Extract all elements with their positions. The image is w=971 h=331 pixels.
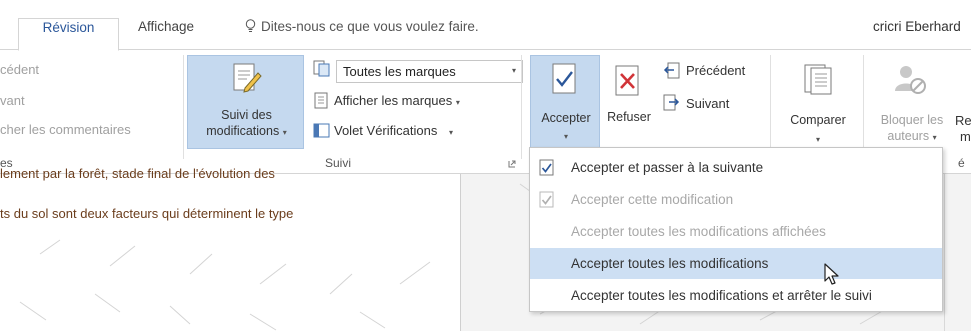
menu-item-label: Accepter et passer à la suivante (571, 160, 764, 175)
cut-off-group-label-text: é (958, 156, 965, 170)
reviewing-pane-icon (313, 123, 330, 138)
menu-item-label: Accepter toutes les modifications (571, 256, 769, 271)
reject-button[interactable]: Refuser (600, 55, 658, 149)
reject-label: Refuser (607, 110, 651, 124)
block-authors-label-line2: auteurs ▾ (868, 129, 956, 145)
previous-change-icon (663, 62, 680, 79)
accept-dropdown-menu: Accepter et passer à la suivante Accepte… (529, 147, 943, 312)
accept-label: Accepter (541, 111, 591, 125)
cut-off-button-label: m (960, 129, 971, 144)
group-divider (863, 55, 864, 159)
tab-revision-label: Révision (42, 20, 95, 35)
chevron-down-icon: ▾ (448, 128, 453, 137)
menu-item-label: Accepter toutes les modifications affich… (571, 224, 826, 239)
cut-off-label-2: m (960, 129, 971, 144)
menu-item-label: Accepter cette modification (571, 192, 734, 207)
markup-select[interactable]: Toutes les marques ▾ (336, 60, 523, 83)
chevron-down-icon: ▾ (563, 132, 568, 141)
previous-comment-label: cédent (0, 62, 40, 77)
next-change-label: Suivant (686, 96, 730, 111)
tell-me-box[interactable]: Dites-nous ce que vous voulez faire. (245, 19, 479, 34)
track-changes-button[interactable]: Suivi des modifications ▾ (187, 55, 304, 149)
show-comments-label: cher les commentaires (0, 122, 131, 137)
next-comment-button[interactable]: vant (0, 93, 25, 108)
next-change-icon (663, 94, 680, 111)
track-changes-icon (233, 63, 262, 93)
track-changes-label-line2: modifications ▾ (188, 124, 305, 140)
show-markup-label: Afficher les marques (334, 93, 453, 108)
menu-item-label: Accepter toutes les modifications et arr… (571, 288, 872, 303)
accept-this-icon (539, 191, 554, 208)
display-for-review-icon (313, 60, 330, 77)
menu-item-accept-all-stop-tracking[interactable]: Accepter toutes les modifications et arr… (530, 280, 942, 311)
mouse-pointer-icon (824, 263, 839, 285)
cut-off-label-1: Re (955, 113, 971, 128)
chevron-down-icon: ▾ (815, 135, 820, 144)
next-change-button[interactable]: Suivant (686, 96, 729, 111)
chevron-down-icon: ▾ (511, 66, 516, 75)
accept-next-icon (539, 159, 554, 176)
tab-affichage-label: Affichage (138, 19, 195, 34)
previous-change-button[interactable]: Précédent (686, 63, 745, 78)
user-name-label: cricri Eberhard (873, 19, 961, 34)
group-divider (770, 55, 771, 159)
lightbulb-icon (245, 19, 256, 32)
menu-item-accept-all[interactable]: Accepter toutes les modifications (530, 248, 942, 279)
chevron-down-icon: ▾ (282, 128, 287, 137)
menu-item-accept-next[interactable]: Accepter et passer à la suivante (530, 152, 942, 183)
previous-change-label: Précédent (686, 63, 746, 78)
chevron-down-icon: ▾ (455, 98, 460, 107)
tab-revision[interactable]: Révision (18, 18, 119, 51)
reject-doc-icon (615, 65, 639, 96)
show-markup-icon (314, 92, 328, 109)
reviewing-pane-label: Volet Vérifications (334, 123, 438, 138)
accept-doc-icon (552, 63, 576, 94)
menu-item-accept-this[interactable]: Accepter cette modification (530, 184, 942, 215)
tab-affichage[interactable]: Affichage (138, 19, 194, 34)
user-name[interactable]: cricri Eberhard (873, 19, 961, 34)
suivi-group-label: Suivi (325, 156, 351, 170)
track-changes-label-line1: Suivi des (221, 108, 272, 122)
cut-off-group-label: é (958, 156, 965, 170)
next-comment-label: vant (0, 93, 25, 108)
group-divider (183, 55, 184, 159)
compare-icon (804, 64, 832, 95)
block-authors-button[interactable]: Bloquer les auteurs ▾ (868, 55, 956, 149)
block-authors-label-text: auteurs (887, 129, 930, 143)
ribbon-tab-bar: Révision Affichage Dites-nous ce que vou… (0, 0, 971, 51)
markup-select-value: Toutes les marques (343, 64, 456, 79)
show-markup-button[interactable]: Afficher les marques ▾ (334, 93, 460, 108)
block-authors-label-line1: Bloquer les (880, 113, 944, 127)
previous-comment-button[interactable]: cédent (0, 62, 39, 77)
cut-off-button-label: Re (955, 113, 971, 128)
accept-button[interactable]: Accepter ▾ (530, 55, 600, 149)
compare-button[interactable]: Comparer ▾ (776, 55, 860, 149)
reviewing-pane-button[interactable]: Volet Vérifications ▾ (334, 123, 453, 138)
compare-label: Comparer (790, 113, 846, 127)
block-authors-icon (895, 66, 926, 94)
menu-item-accept-all-shown[interactable]: Accepter toutes les modifications affich… (530, 216, 942, 247)
show-comments-button[interactable]: cher les commentaires (0, 122, 131, 137)
chevron-down-icon: ▾ (932, 133, 937, 142)
suivi-group-label-text: Suivi (325, 156, 352, 170)
track-changes-label-text: modifications (206, 124, 280, 138)
group-divider (521, 55, 522, 159)
dialog-launcher-icon[interactable] (508, 160, 516, 168)
tell-me-text: Dites-nous ce que vous voulez faire. (261, 19, 479, 34)
